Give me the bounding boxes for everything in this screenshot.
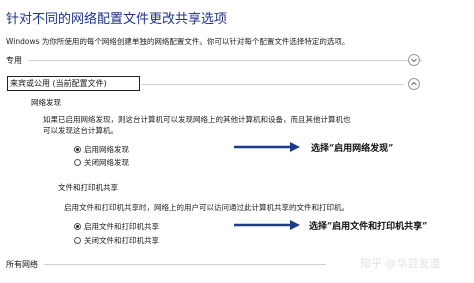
divider xyxy=(44,263,326,265)
radio-enable-network-discovery[interactable]: 启用网络发现 xyxy=(74,144,129,155)
radio-label: 关闭网络发现 xyxy=(84,158,129,167)
arrow-icon xyxy=(234,220,300,230)
watermark: 知乎 @华芸友道 xyxy=(360,257,441,270)
network-discovery-text-1: 如果已启用网络发现，则这台计算机可以发现网络上的其他计算机和设备，而且其他计算机… xyxy=(43,115,351,124)
page-title: 针对不同的网络配置文件更改共享选项 xyxy=(6,12,228,27)
sharing-callout: 选择“启用文件和打印机共享” xyxy=(309,222,428,232)
discovery-callout: 选择“启用网络发现” xyxy=(311,144,394,154)
radio-disable-file-printer-sharing[interactable]: 关闭文件和打印机共享 xyxy=(74,235,159,246)
radio-indicator[interactable] xyxy=(74,237,81,244)
section-private-label: 专用 xyxy=(6,55,22,65)
radio-disable-network-discovery[interactable]: 关闭网络发现 xyxy=(74,157,129,168)
radio-indicator[interactable] xyxy=(74,159,81,166)
section-private[interactable]: 专用 xyxy=(6,53,422,67)
page-description: Windows 为你所使用的每个网络创建单独的网络配置文件。你可以针对每个配置文… xyxy=(6,37,350,46)
section-guest-public-label[interactable]: 来宾或公用 (当前配置文件) xyxy=(7,76,140,91)
divider xyxy=(28,59,422,61)
arrow-icon xyxy=(234,142,300,152)
chevron-down-icon xyxy=(411,58,417,63)
file-printer-sharing-text: 启用文件和打印机共享时，网络上的用户可以访问通过此计算机共享的文件和打印机。 xyxy=(64,203,349,212)
network-discovery-heading: 网络发现 xyxy=(31,98,61,107)
section-all-networks-label: 所有网络 xyxy=(6,259,38,269)
radio-label: 启用文件和打印机共享 xyxy=(84,222,159,231)
radio-enable-file-printer-sharing[interactable]: 启用文件和打印机共享 xyxy=(74,221,159,232)
section-all-networks[interactable]: 所有网络 xyxy=(6,257,326,271)
radio-indicator[interactable] xyxy=(74,223,81,230)
expand-private-button[interactable] xyxy=(408,54,420,66)
divider xyxy=(142,84,404,85)
chevron-up-icon xyxy=(411,81,417,86)
collapse-guest-public-button[interactable] xyxy=(408,78,420,90)
radio-label: 关闭文件和打印机共享 xyxy=(84,236,159,245)
network-discovery-text-2: 可以发现这台计算机。 xyxy=(43,126,118,135)
radio-indicator[interactable] xyxy=(74,146,81,153)
file-printer-sharing-heading: 文件和打印机共享 xyxy=(58,183,118,192)
radio-label: 启用网络发现 xyxy=(84,145,129,154)
